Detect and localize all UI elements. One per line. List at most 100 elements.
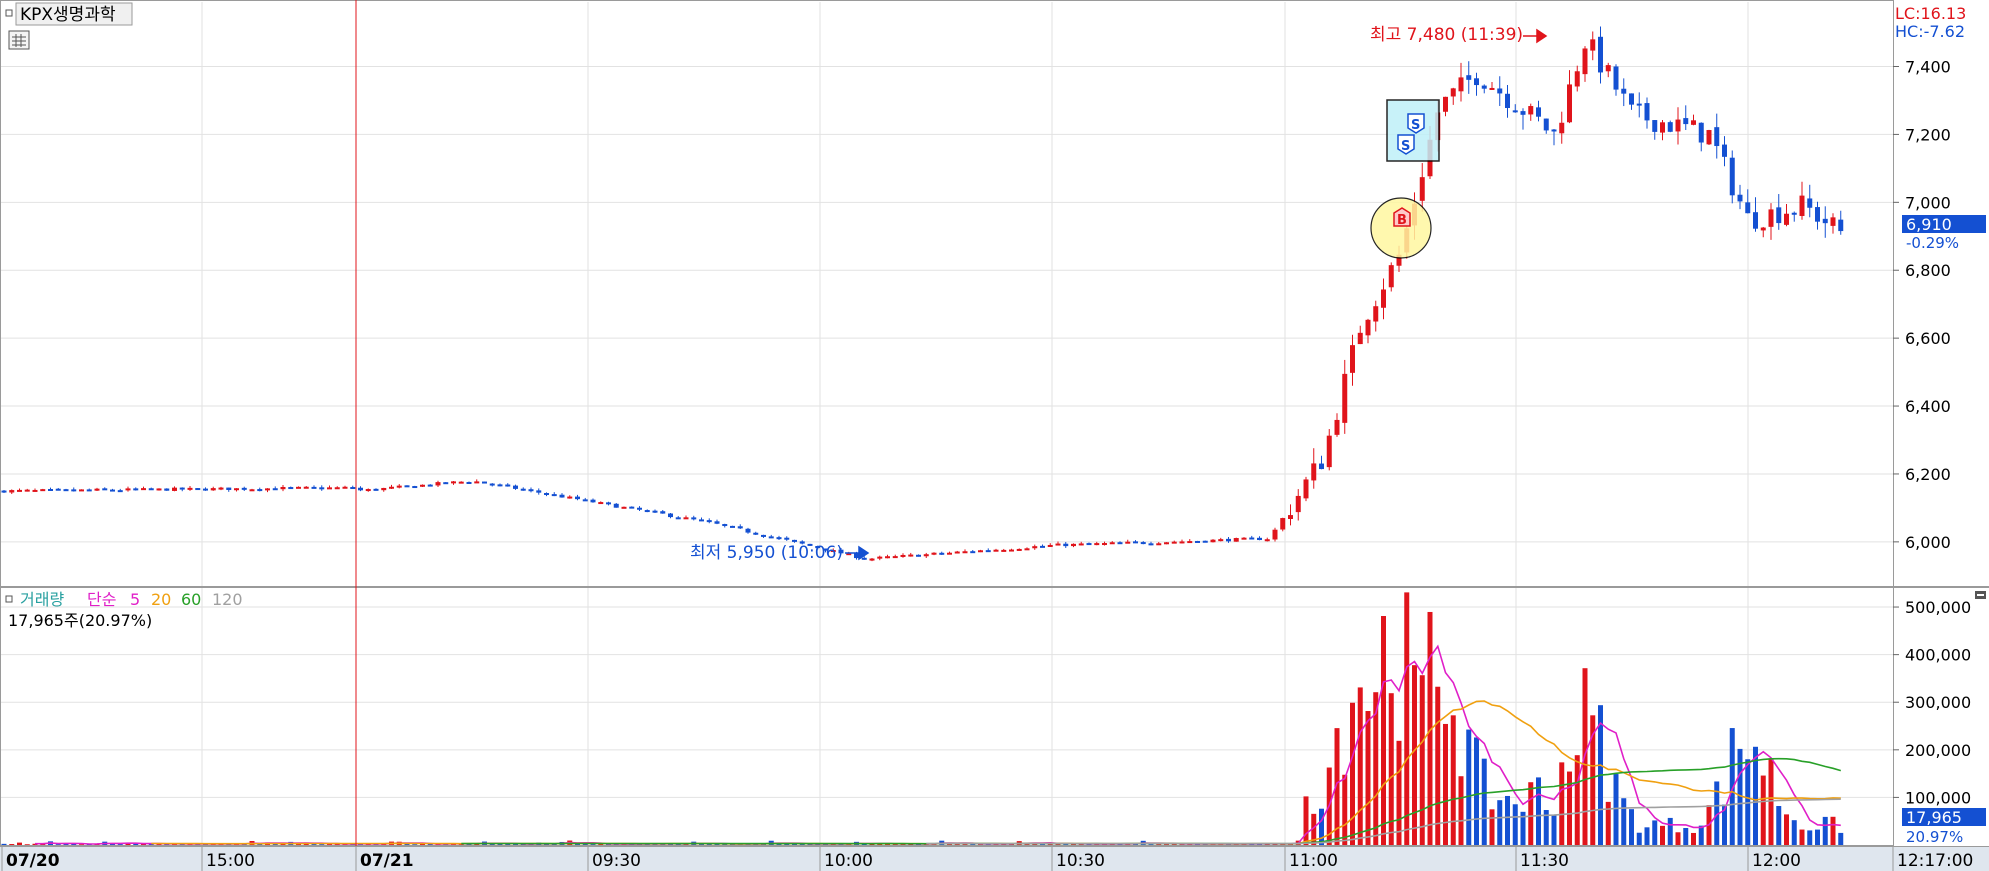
volume-tick-label: 200,000: [1905, 741, 1971, 760]
sell-marker-label: S: [1401, 139, 1410, 154]
candle-body: [148, 488, 154, 491]
candle-body: [474, 481, 480, 484]
candle-body: [1102, 543, 1107, 546]
volume-bar: [1357, 687, 1363, 845]
candle-body: [1489, 87, 1495, 90]
price-tick-label: 6,400: [1905, 397, 1951, 416]
candle-body: [1086, 543, 1092, 546]
candle-body: [1202, 540, 1208, 543]
candle-body: [1249, 537, 1255, 540]
volume-bar: [1412, 665, 1417, 845]
volume-bar: [1784, 814, 1789, 845]
volume-bar: [1489, 809, 1495, 845]
candle-body: [1667, 122, 1673, 132]
volume-bar: [1807, 830, 1813, 845]
candle-body: [900, 554, 906, 557]
candle-body: [598, 502, 604, 505]
candle-body: [32, 489, 38, 492]
volume-bar: [1691, 832, 1696, 845]
time-tick-label: 10:30: [1056, 851, 1105, 871]
candle-body: [1636, 103, 1642, 106]
time-tick-label: 07/20: [6, 851, 60, 871]
candle-body: [970, 551, 976, 554]
candle-body: [40, 489, 46, 492]
candle-body: [1381, 289, 1386, 308]
high-price-label: 최고 7,480 (11:39): [1370, 25, 1523, 45]
candle-body: [1187, 541, 1193, 544]
volume-panel-toggle-icon[interactable]: [5, 595, 13, 603]
candle-body: [133, 488, 139, 491]
candle-body: [141, 488, 146, 491]
candle-body: [125, 488, 131, 491]
candle-body: [420, 484, 425, 487]
buy-marker-icon[interactable]: B: [1393, 207, 1411, 228]
volume-bar: [1574, 755, 1580, 845]
candle-body: [1536, 107, 1541, 117]
volume-bar: [1660, 825, 1665, 845]
sell-marker-icon[interactable]: S: [1397, 134, 1415, 155]
time-tick-label: 10:00: [824, 851, 873, 871]
candle-body: [1567, 84, 1572, 123]
candle-body: [869, 558, 875, 561]
volume-bar: [1838, 832, 1844, 845]
candle-body: [1156, 543, 1162, 546]
candle-body: [17, 489, 22, 492]
candle-body: [1047, 544, 1053, 547]
candle-body: [156, 488, 162, 491]
current-volume-text: 17,965: [1906, 808, 1962, 827]
price-tick-label: 6,200: [1905, 465, 1951, 484]
candle-body: [272, 488, 278, 491]
candle-body: [1512, 110, 1518, 113]
stock-chart[interactable]: 7,400 7,200 7,000 6,800 6,600 6,400 6,200 6,000…: [0, 0, 1989, 871]
volume-moving-averages: [35, 644, 1842, 845]
candle-body: [590, 499, 596, 503]
candle-body: [699, 519, 704, 522]
candle-body: [1443, 96, 1448, 112]
candle-body: [1644, 103, 1650, 121]
candle-body: [1342, 373, 1348, 423]
sell-marker-icon[interactable]: S: [1407, 113, 1425, 134]
volume-bar: [1822, 816, 1828, 845]
candle-body: [1063, 543, 1069, 547]
candle-body: [606, 502, 611, 505]
candle-body: [1753, 212, 1758, 229]
candle-body: [1683, 118, 1689, 125]
candle-body: [1815, 207, 1820, 222]
candle-body: [110, 489, 115, 492]
time-tick-label: 07/21: [360, 851, 414, 871]
candle-body: [1055, 543, 1061, 546]
price-tick-label: 6,000: [1905, 533, 1951, 552]
buy-signal-circle[interactable]: [1370, 197, 1432, 259]
price-tick-label: 6,600: [1905, 329, 1951, 348]
candle-body: [1373, 306, 1379, 322]
candle-body: [1171, 541, 1177, 544]
candle-body: [892, 556, 898, 559]
candle-body: [1466, 75, 1472, 80]
panel-collapse-icon[interactable]: [1975, 591, 1986, 599]
candle-body: [24, 489, 30, 492]
candle-body: [1264, 539, 1270, 542]
candle-body: [1365, 319, 1371, 336]
candle-body: [544, 493, 549, 496]
candle-body: [1543, 118, 1549, 131]
candle-body: [1319, 463, 1324, 470]
calendar-icon[interactable]: [8, 30, 30, 50]
candle-body: [954, 551, 960, 554]
candle-body: [993, 549, 999, 552]
low-price-label: 최저 5,950 (10:06): [690, 543, 843, 563]
volume-bar: [1404, 592, 1410, 845]
candle-body: [877, 556, 883, 559]
price-panel-toggle-icon[interactable]: [5, 9, 13, 17]
candle-body: [1807, 198, 1813, 208]
candle-body: [412, 486, 418, 489]
volume-bar: [1559, 762, 1565, 845]
time-axis-background[interactable]: [0, 846, 1989, 871]
candle-body: [1334, 419, 1340, 435]
candle-body: [381, 487, 387, 491]
candle-body: [675, 517, 681, 520]
candle-body: [1094, 543, 1100, 546]
candle-body: [1613, 66, 1619, 90]
candle-body: [722, 524, 728, 527]
candle-body: [187, 487, 193, 490]
candle-body: [1009, 549, 1014, 552]
